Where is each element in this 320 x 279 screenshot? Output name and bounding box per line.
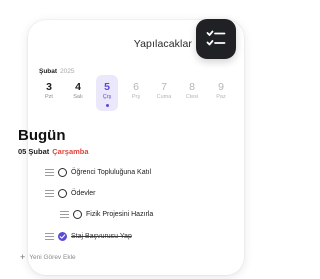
widget-title: Yapılacaklar [133,38,192,50]
checkbox-checked-icon[interactable] [58,231,67,241]
task-label: Ödevler [71,189,96,197]
day-7[interactable]: 7 Cuma [153,75,175,111]
drag-handle-icon[interactable] [45,232,54,240]
task-label: Fizik Projesini Hazırla [86,210,154,218]
year-label: 2025 [60,68,75,75]
day-3[interactable]: 3 Pzt [38,75,60,111]
subtask-item[interactable]: Fizik Projesini Hazırla [60,207,153,221]
task-item-completed[interactable]: Staj Başvurusu Yap [45,229,132,243]
today-dot [105,104,109,107]
task-item[interactable]: Ödevler [45,186,96,200]
day-number: 8 [189,81,195,93]
month-name: Şubat [39,68,58,75]
day-number: 9 [218,81,224,93]
today-heading: Bugün [18,127,66,144]
task-label: Öğrenci Topluluğuna Katıl [71,168,152,176]
date-text: 05 Şubat [18,147,50,156]
day-5-selected[interactable]: 5 Çrş [96,75,118,111]
checklist-glyph [206,30,226,46]
day-name: Cuma [156,94,172,100]
day-8[interactable]: 8 Ctesi [181,75,203,111]
day-6[interactable]: 6 Prş [125,75,147,111]
checkbox-circle[interactable] [58,167,67,177]
checkbox-circle[interactable] [58,188,67,198]
today-date: 05 Şubat Çarşamba [18,147,89,156]
plus-icon: + [20,252,26,262]
day-name: Paz [216,94,226,100]
day-number: 5 [104,81,110,93]
add-task-button[interactable]: + Yeni Görev Ekle [20,252,76,262]
day-name: Ctesi [185,94,199,100]
task-label: Staj Başvurusu Yap [71,232,132,240]
day-4[interactable]: 4 Salı [67,75,89,111]
checkbox-circle[interactable] [73,209,82,219]
day-number: 7 [161,81,167,93]
add-task-label: Yeni Görev Ekle [29,253,76,261]
checkmark-icon [59,233,66,239]
week-strip: 3 Pzt 4 Salı 5 Çrş 6 Prş 7 Cuma 8 Ctesi … [34,75,244,115]
month-label: Şubat 2025 [39,68,75,75]
drag-handle-icon[interactable] [45,168,54,176]
drag-handle-icon[interactable] [45,189,54,197]
drag-handle-icon[interactable] [60,210,69,218]
day-9[interactable]: 9 Paz [210,75,232,111]
checklist-icon[interactable] [196,19,236,59]
day-name: Salı [73,94,83,100]
task-item[interactable]: Öğrenci Topluluğuna Katıl [45,165,151,179]
day-number: 6 [133,81,139,93]
day-name: Pzt [45,94,53,100]
day-name: Prş [131,94,141,100]
day-name: Çrş [102,94,112,100]
day-number: 3 [46,81,52,93]
day-number: 4 [75,81,81,93]
weekday-text: Çarşamba [52,147,89,156]
